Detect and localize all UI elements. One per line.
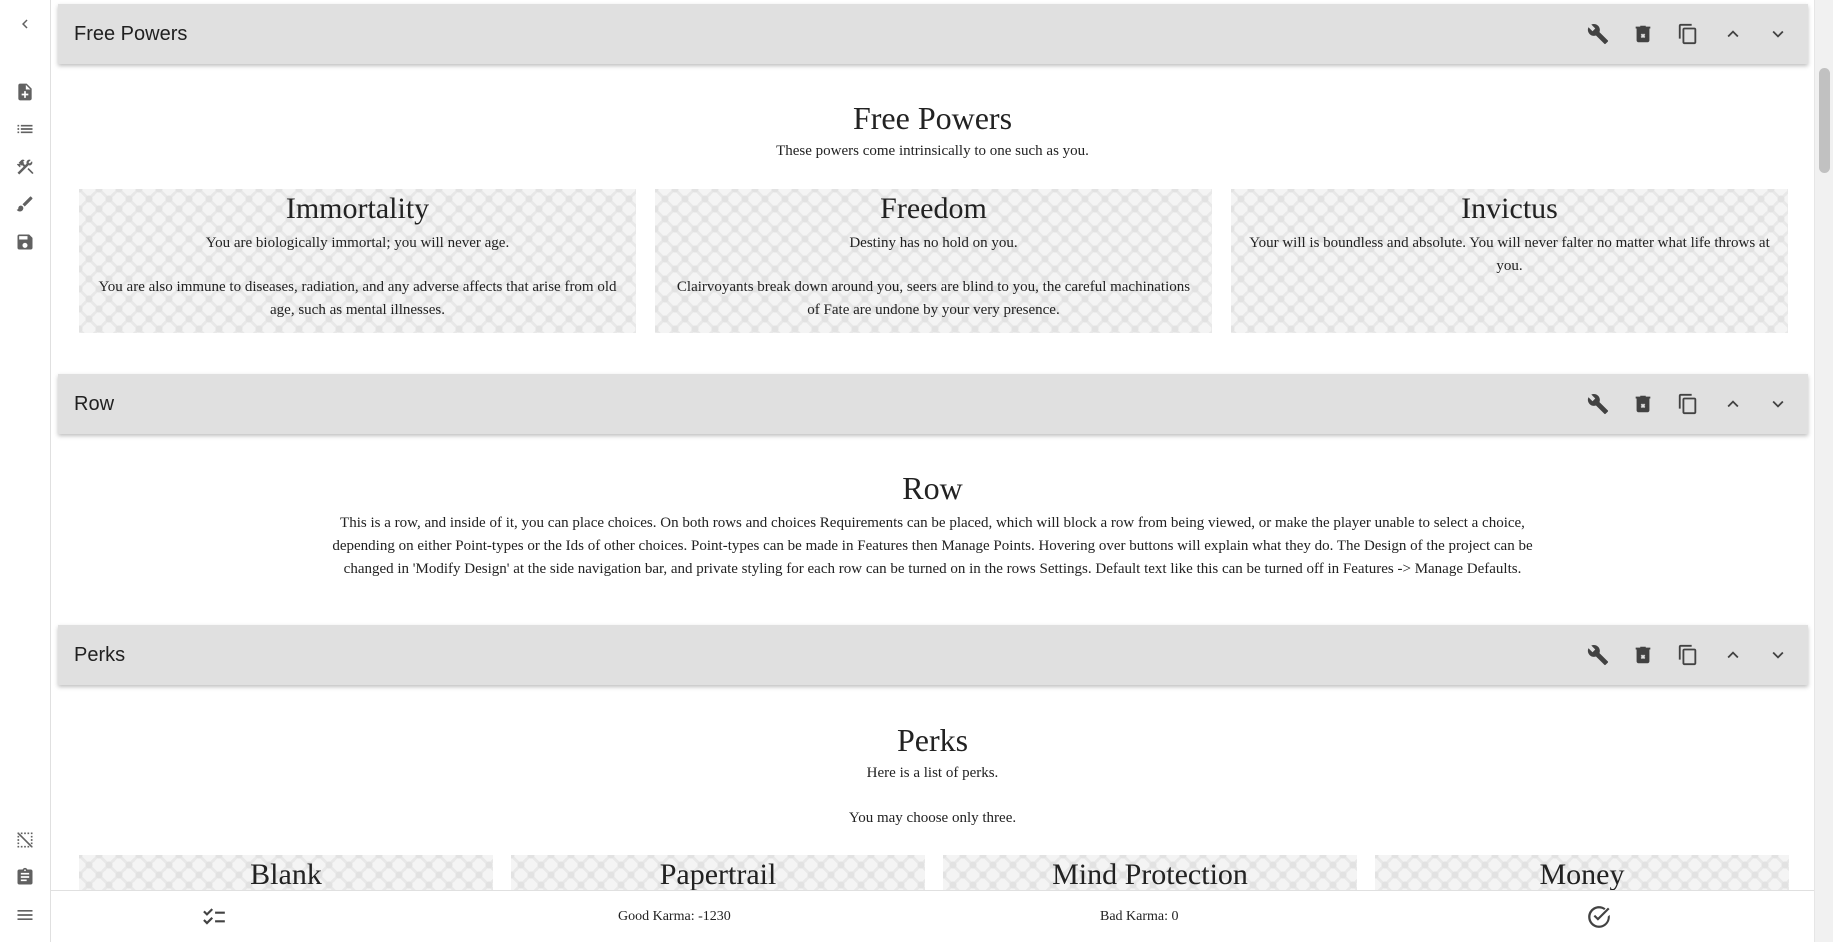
delete-icon[interactable] — [1620, 633, 1665, 678]
row-toolbar-row: Row — [58, 374, 1808, 434]
chevron-down-icon[interactable] — [1755, 12, 1800, 57]
choice-card-papertrail[interactable]: Papertrail — [511, 855, 925, 890]
save-icon[interactable] — [12, 229, 38, 255]
wrench-icon[interactable] — [1575, 382, 1620, 427]
main-content: Free Powers Free Powers These powers com… — [51, 0, 1814, 890]
wrench-icon[interactable] — [1575, 633, 1620, 678]
chevron-left-icon[interactable] — [12, 11, 38, 37]
choice-title: Invictus — [1461, 192, 1558, 225]
check-circle-icon[interactable] — [1586, 891, 1612, 942]
chevron-up-icon[interactable] — [1710, 12, 1755, 57]
choice-text: You are also immune to diseases, radiati… — [98, 279, 617, 318]
row-toolbar-free-powers: Free Powers — [58, 4, 1808, 64]
choice-card-blank[interactable]: Blank — [79, 855, 493, 890]
checklist-icon[interactable] — [201, 891, 227, 942]
choice-card-mind-protection[interactable]: Mind Protection — [943, 855, 1357, 890]
copy-icon[interactable] — [1665, 633, 1710, 678]
menu-icon[interactable] — [12, 902, 38, 928]
chevron-down-icon[interactable] — [1755, 633, 1800, 678]
delete-icon[interactable] — [1620, 382, 1665, 427]
choice-title: Blank — [250, 858, 322, 890]
brush-icon[interactable] — [12, 191, 38, 217]
copy-icon[interactable] — [1665, 382, 1710, 427]
grid-off-icon[interactable] — [12, 827, 38, 853]
choice-title: Papertrail — [659, 858, 777, 890]
choice-card-invictus[interactable]: Invictus Your will is boundless and abso… — [1231, 189, 1788, 333]
row-text: This is a row, and inside of it, you can… — [332, 515, 1533, 577]
row-row: Row This is a row, and inside of it, you… — [51, 470, 1814, 581]
choice-title: Money — [1539, 858, 1625, 890]
choice-text: Your will is boundless and absolute. You… — [1249, 235, 1770, 274]
choice-title: Immortality — [285, 192, 430, 225]
row-free-powers: Free Powers These powers come intrinsica… — [51, 100, 1814, 163]
choice-card-freedom[interactable]: Freedom Destiny has no hold on you. Clai… — [655, 189, 1212, 333]
clipboard-icon[interactable] — [12, 864, 38, 890]
wrench-icon[interactable] — [1575, 12, 1620, 57]
chevron-up-icon[interactable] — [1710, 382, 1755, 427]
side-navigation — [0, 0, 51, 942]
row-text: These powers come intrinsically to one s… — [776, 143, 1089, 159]
list-icon[interactable] — [12, 116, 38, 142]
row-text: You may choose only three. — [848, 810, 1017, 826]
row-toolbar-title: Perks — [74, 643, 126, 666]
choice-text: Clairvoyants break down around you, seer… — [676, 279, 1191, 318]
choice-card-immortality[interactable]: Immortality You are biologically immorta… — [79, 189, 636, 333]
bad-karma-points: Bad Karma: 0 — [1100, 909, 1179, 924]
row-title: Perks — [896, 722, 969, 758]
row-toolbar-perks: Perks — [58, 625, 1808, 685]
row-toolbar-title: Row — [74, 392, 115, 415]
scrollbar-thumb[interactable] — [1819, 68, 1830, 173]
note-add-icon[interactable] — [12, 79, 38, 105]
chevron-up-icon[interactable] — [1710, 633, 1755, 678]
row-toolbar-title: Free Powers — [74, 22, 188, 45]
chevron-down-icon[interactable] — [1755, 382, 1800, 427]
good-karma-points: Good Karma: -1230 — [618, 909, 731, 924]
row-title: Free Powers — [852, 100, 1013, 136]
row-text: Here is a list of perks. — [866, 765, 999, 781]
delete-icon[interactable] — [1620, 12, 1665, 57]
choice-card-money[interactable]: Money — [1375, 855, 1789, 890]
choice-text: You are biologically immortal; you will … — [205, 235, 510, 251]
copy-icon[interactable] — [1665, 12, 1710, 57]
row-title: Row — [902, 470, 963, 506]
row-perks: Perks Here is a list of perks. You may c… — [51, 722, 1814, 830]
scrollbar[interactable] — [1814, 0, 1833, 942]
points-bar: Good Karma: -1230 Bad Karma: 0 — [51, 890, 1814, 942]
choice-text: Destiny has no hold on you. — [849, 235, 1018, 251]
choice-title: Freedom — [880, 192, 987, 225]
tools-icon[interactable] — [12, 154, 38, 180]
choice-title: Mind Protection — [1052, 858, 1248, 890]
